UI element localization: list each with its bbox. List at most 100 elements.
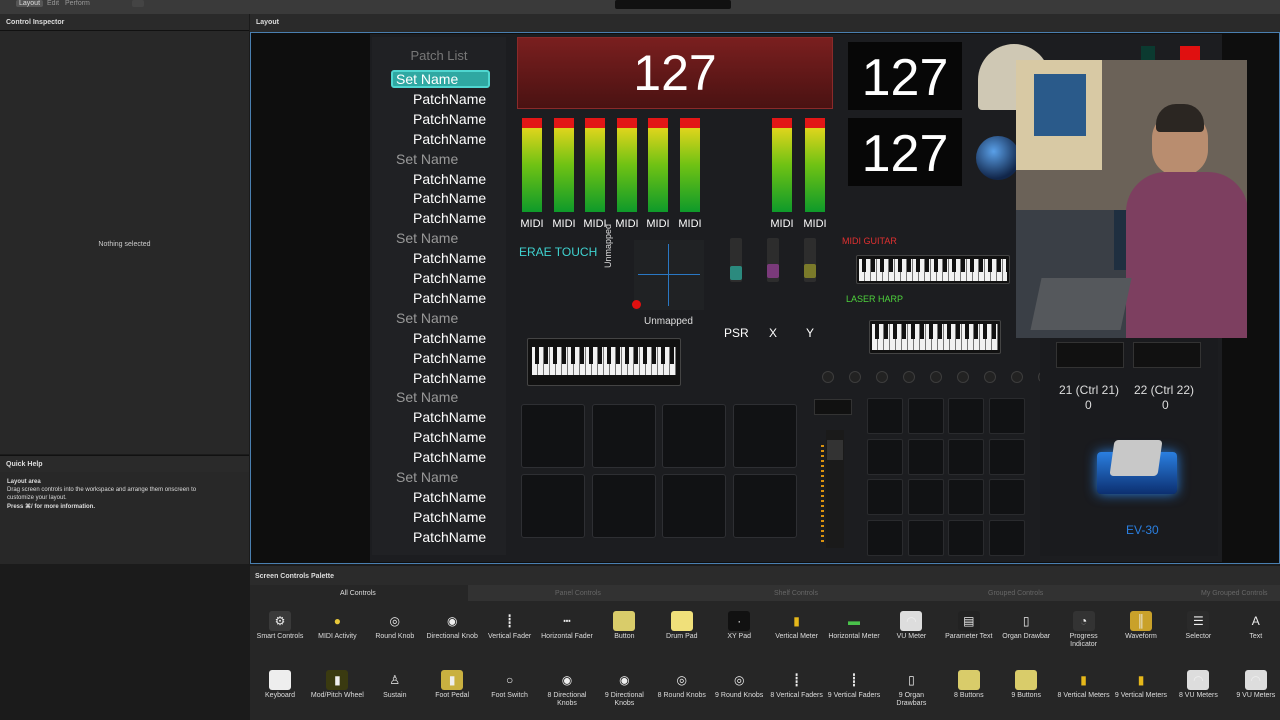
palette-item[interactable]: ⚙ Smart Controls xyxy=(252,611,308,641)
patch-list-patch-item[interactable]: PatchName xyxy=(413,111,486,127)
drum-pad[interactable] xyxy=(521,474,585,538)
palette-tab-my-grouped-controls[interactable]: My Grouped Controls xyxy=(1201,590,1268,597)
drum-pad[interactable] xyxy=(907,519,944,556)
round-knob[interactable] xyxy=(984,371,996,383)
palette-item[interactable]: ▮ 9 Vertical Meters xyxy=(1113,670,1169,700)
midi-guitar-keyboard[interactable] xyxy=(856,255,1010,284)
palette-item[interactable]: ┋ Vertical Fader xyxy=(482,611,538,641)
patch-list-patch-item[interactable]: PatchName xyxy=(413,190,486,206)
palette-tab-grouped-controls[interactable]: Grouped Controls xyxy=(988,590,1043,597)
palette-item[interactable]: ▯ 9 Organ Drawbars xyxy=(883,670,939,708)
palette-item[interactable]: ◎ 8 Round Knobs xyxy=(654,670,710,700)
round-knob[interactable] xyxy=(903,371,915,383)
patch-list-patch-item[interactable]: PatchName xyxy=(413,370,486,386)
palette-item[interactable]: ◉ Directional Knob xyxy=(424,611,480,641)
drum-pad[interactable] xyxy=(591,474,656,538)
patch-list-patch-item[interactable]: PatchName xyxy=(413,290,486,306)
palette-item[interactable]: ◉ 9 Directional Knobs xyxy=(596,670,652,708)
patch-list-set-item[interactable]: Set Name xyxy=(396,389,458,405)
tab-perform[interactable]: Perform xyxy=(62,0,93,7)
round-knob[interactable] xyxy=(876,371,888,383)
round-knob[interactable] xyxy=(822,371,834,383)
power-icon[interactable] xyxy=(132,0,144,7)
patch-list-patch-item[interactable]: PatchName xyxy=(413,529,486,545)
patch-list-set-item[interactable]: Set Name xyxy=(396,71,458,87)
patch-list-patch-item[interactable]: PatchName xyxy=(413,409,486,425)
palette-tab-label[interactable]: All Controls xyxy=(340,590,376,597)
patch-list-patch-item[interactable]: PatchName xyxy=(413,489,486,505)
drum-pad[interactable] xyxy=(948,479,984,515)
drum-pad[interactable] xyxy=(867,479,903,515)
laser-harp-keyboard[interactable] xyxy=(869,320,1001,354)
palette-item[interactable]: ▮ Mod/Pitch Wheel xyxy=(309,670,365,700)
patch-list-set-item[interactable]: Set Name xyxy=(396,310,458,326)
round-knob[interactable] xyxy=(930,371,942,383)
patch-list-patch-item[interactable]: PatchName xyxy=(413,509,486,525)
palette-item[interactable]: ◎ Round Knob xyxy=(367,611,423,641)
patch-list-set-item[interactable]: Set Name xyxy=(396,230,458,246)
palette-item[interactable]: ║ Waveform xyxy=(1113,611,1169,641)
palette-item[interactable]: ▥ Keyboard xyxy=(252,670,308,700)
palette-item[interactable]: A Text xyxy=(1228,611,1280,641)
patch-list-set-item[interactable]: Set Name xyxy=(396,151,458,167)
patch-list-set-item[interactable]: Set Name xyxy=(396,469,458,485)
palette-item[interactable]: ◠ 9 VU Meters xyxy=(1228,670,1280,700)
palette-item[interactable]: ▤ Parameter Text xyxy=(941,611,997,641)
palette-tab-panel-controls[interactable]: Panel Controls xyxy=(555,590,601,597)
round-knob[interactable] xyxy=(976,136,1020,180)
button[interactable] xyxy=(1056,342,1124,368)
palette-item[interactable]: ○ Foot Switch xyxy=(482,670,538,700)
palette-tab-shelf-controls[interactable]: Shelf Controls xyxy=(774,590,818,597)
tab-layout[interactable]: Layout xyxy=(16,0,44,7)
drum-pad[interactable] xyxy=(948,398,984,434)
palette-item[interactable]: ┋ 9 Vertical Faders xyxy=(826,670,882,700)
drum-pad[interactable] xyxy=(948,438,984,475)
patch-list-patch-item[interactable]: PatchName xyxy=(413,131,486,147)
palette-item[interactable]: Drum Pad xyxy=(654,611,710,641)
drum-pad[interactable] xyxy=(521,404,585,468)
palette-item[interactable]: 8 Buttons xyxy=(941,670,997,700)
palette-item[interactable]: ◉ 8 Directional Knobs xyxy=(539,670,595,708)
drum-pad[interactable] xyxy=(907,438,944,475)
patch-list-patch-item[interactable]: PatchName xyxy=(413,330,486,346)
fader-cap[interactable] xyxy=(767,264,779,278)
palette-item[interactable]: ┅ Horizontal Fader xyxy=(539,611,595,641)
drum-pad[interactable] xyxy=(662,474,726,538)
palette-item[interactable]: ◔ Progress Indicator xyxy=(1056,611,1112,649)
pedal-top[interactable] xyxy=(1109,440,1163,476)
fader-cap[interactable] xyxy=(804,264,816,278)
green-button[interactable] xyxy=(1141,46,1155,60)
palette-item[interactable]: Button xyxy=(596,611,652,641)
fader-cap[interactable] xyxy=(827,440,843,460)
drum-pad[interactable] xyxy=(948,519,984,556)
drum-pad[interactable] xyxy=(988,519,1025,556)
patch-list-patch-item[interactable]: PatchName xyxy=(413,270,486,286)
patch-list-patch-item[interactable]: PatchName xyxy=(413,449,486,465)
button[interactable] xyxy=(1133,342,1201,368)
patch-list-patch-item[interactable]: PatchName xyxy=(413,250,486,266)
palette-item[interactable]: ◠ 8 VU Meters xyxy=(1170,670,1226,700)
patch-list-patch-item[interactable]: PatchName xyxy=(413,171,486,187)
drum-pad[interactable] xyxy=(867,519,903,556)
palette-item[interactable]: 9 Buttons xyxy=(998,670,1054,700)
palette-item[interactable]: ▮ Foot Pedal xyxy=(424,670,480,700)
palette-item[interactable]: ▮ Vertical Meter xyxy=(769,611,825,641)
drum-pad[interactable] xyxy=(732,474,797,538)
palette-item[interactable]: · XY Pad xyxy=(711,611,767,641)
palette-item[interactable]: ♙ Sustain xyxy=(367,670,423,700)
xy-pad[interactable] xyxy=(634,240,704,310)
drum-pad[interactable] xyxy=(662,404,726,468)
patch-list-patch-item[interactable]: PatchName xyxy=(413,91,486,107)
palette-item[interactable]: ▬ Horizontal Meter xyxy=(826,611,882,641)
round-knob[interactable] xyxy=(1011,371,1023,383)
palette-item[interactable]: ● MIDI Activity xyxy=(309,611,365,641)
drum-pad[interactable] xyxy=(867,398,903,434)
drum-pad[interactable] xyxy=(732,404,797,468)
drum-pad[interactable] xyxy=(591,404,656,468)
drum-pad[interactable] xyxy=(988,438,1025,475)
drum-pad[interactable] xyxy=(867,438,903,475)
patch-list-patch-item[interactable]: PatchName xyxy=(413,210,486,226)
psr-keyboard[interactable] xyxy=(527,338,681,386)
palette-item[interactable]: ▮ 8 Vertical Meters xyxy=(1056,670,1112,700)
drum-pad[interactable] xyxy=(907,398,944,434)
